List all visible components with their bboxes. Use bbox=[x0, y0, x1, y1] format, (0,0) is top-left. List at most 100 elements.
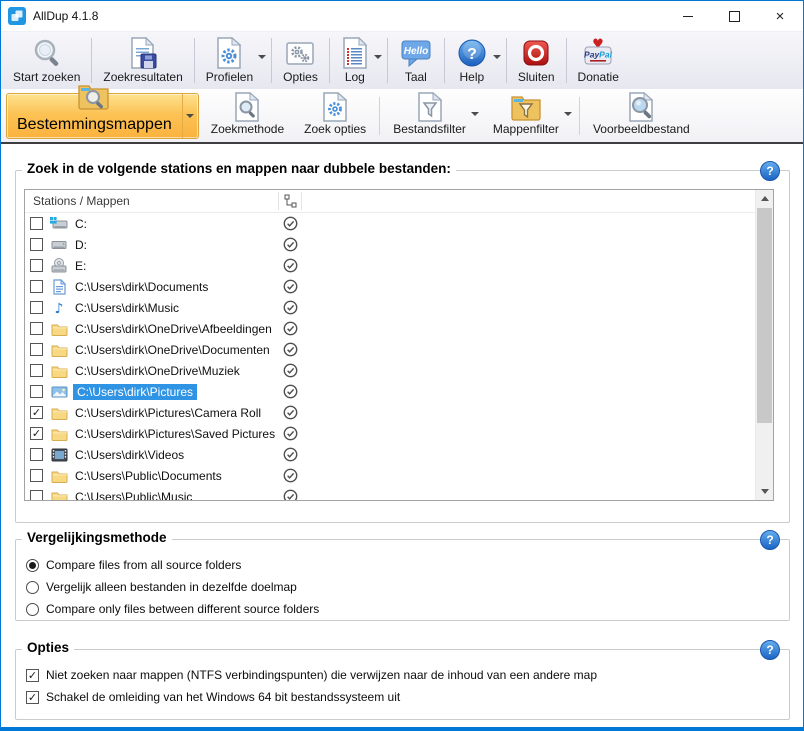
chevron-down-icon[interactable] bbox=[258, 55, 267, 59]
profielen-button[interactable]: Profielen bbox=[197, 33, 269, 88]
radio-button[interactable] bbox=[26, 580, 39, 594]
toolbar-separator bbox=[193, 38, 195, 83]
search-results-icon bbox=[128, 36, 158, 70]
subfolders-enabled-icon[interactable] bbox=[283, 468, 298, 486]
log-button[interactable]: Log bbox=[332, 33, 385, 88]
bestandsfilter-button[interactable]: Bestandsfilter bbox=[383, 92, 483, 140]
folder-row[interactable]: D: bbox=[25, 234, 756, 255]
folder-checkbox[interactable] bbox=[30, 448, 43, 461]
compare-help-icon[interactable]: ? bbox=[760, 530, 780, 550]
folder-path: C:\Users\dirk\Pictures\Camera Roll bbox=[75, 405, 262, 420]
folder-icon bbox=[50, 364, 68, 378]
donatie-button[interactable]: ♥ PayPal Donatie bbox=[569, 33, 628, 88]
subfolders-enabled-icon[interactable] bbox=[283, 489, 298, 500]
folder-row[interactable]: C:\Users\dirk\OneDrive\Afbeeldingen bbox=[25, 318, 756, 339]
subfolders-enabled-icon[interactable] bbox=[283, 363, 298, 381]
folder-row[interactable]: C:\Users\dirk\Documents bbox=[25, 276, 756, 297]
folder-checkbox[interactable] bbox=[30, 343, 43, 356]
folder-checkbox[interactable] bbox=[30, 322, 43, 335]
folder-checkbox[interactable] bbox=[30, 217, 43, 230]
taal-button[interactable]: Hello Taal bbox=[390, 33, 442, 88]
subfolders-enabled-icon[interactable] bbox=[283, 258, 298, 276]
folder-row[interactable]: C: bbox=[25, 213, 756, 234]
folder-checkbox[interactable] bbox=[30, 259, 43, 272]
zoekmethode-button[interactable]: Zoekmethode bbox=[201, 92, 294, 140]
scroll-down-button[interactable] bbox=[756, 483, 773, 500]
option-checkbox[interactable]: ✓ bbox=[26, 668, 39, 682]
documents-icon bbox=[50, 278, 68, 295]
dropdown-segment[interactable] bbox=[181, 94, 198, 138]
vertical-scrollbar[interactable] bbox=[755, 190, 773, 500]
radio-button[interactable] bbox=[26, 602, 39, 616]
opties-button[interactable]: Opties bbox=[274, 33, 327, 88]
scroll-up-button[interactable] bbox=[756, 190, 773, 207]
options-help-icon[interactable]: ? bbox=[760, 640, 780, 660]
toolbar-button-label: Profielen bbox=[205, 70, 254, 84]
help-button[interactable]: ? Help bbox=[447, 33, 504, 88]
subfolders-enabled-icon[interactable] bbox=[283, 447, 298, 465]
pictures-icon bbox=[50, 385, 68, 399]
folder-row[interactable]: C:\Users\dirk\Videos bbox=[25, 444, 756, 465]
column-header-subfolders[interactable] bbox=[279, 194, 301, 208]
folder-checkbox[interactable] bbox=[30, 385, 43, 398]
maximize-button[interactable] bbox=[711, 1, 757, 31]
compare-options: Compare files from all source folders Ver… bbox=[26, 554, 779, 620]
mappenfilter-button[interactable]: Mappenfilter bbox=[483, 92, 576, 140]
folder-row[interactable]: E: bbox=[25, 255, 756, 276]
option-checkbox[interactable]: ✓ bbox=[26, 690, 39, 704]
subfolders-enabled-icon[interactable] bbox=[283, 237, 298, 255]
sluiten-button[interactable]: Sluiten bbox=[509, 33, 564, 88]
folder-row[interactable]: C:\Users\dirk\Pictures bbox=[25, 381, 756, 402]
minimize-button[interactable] bbox=[665, 1, 711, 31]
compare-method-option[interactable]: Compare only files between different sou… bbox=[26, 598, 779, 620]
subfolders-enabled-icon[interactable] bbox=[283, 384, 298, 402]
folder-row[interactable]: ✓ C:\Users\dirk\Pictures\Saved Pictures bbox=[25, 423, 756, 444]
folder-checkbox[interactable]: ✓ bbox=[30, 427, 43, 440]
folder-row[interactable]: C:\Users\dirk\OneDrive\Muziek bbox=[25, 360, 756, 381]
bestemmingsmappen-button-active[interactable]: Bestemmingsmappen bbox=[6, 85, 199, 139]
folder-row[interactable]: C:\Users\Public\Documents bbox=[25, 465, 756, 486]
scrollbar-thumb[interactable] bbox=[757, 208, 772, 423]
sources-help-icon[interactable]: ? bbox=[760, 161, 780, 181]
subfolders-enabled-icon[interactable] bbox=[283, 279, 298, 297]
chevron-down-icon[interactable] bbox=[470, 112, 479, 116]
option-row[interactable]: ✓ Schakel de omleiding van het Windows 64… bbox=[26, 686, 779, 708]
column-header-stations[interactable]: Stations / Mappen bbox=[33, 194, 278, 208]
profiles-icon bbox=[215, 36, 243, 70]
search-icon bbox=[31, 36, 63, 70]
toolbar-separator bbox=[505, 38, 507, 83]
chevron-down-icon[interactable] bbox=[563, 112, 572, 116]
folder-row[interactable]: ✓ C:\Users\dirk\Pictures\Camera Roll bbox=[25, 402, 756, 423]
folder-icon bbox=[50, 469, 68, 483]
subfolders-enabled-icon[interactable] bbox=[283, 216, 298, 234]
folder-checkbox[interactable] bbox=[30, 280, 43, 293]
voorbeeldbestand-button[interactable]: Voorbeeldbestand bbox=[583, 92, 700, 140]
subfolders-enabled-icon[interactable] bbox=[283, 321, 298, 339]
compare-method-option[interactable]: Vergelijk alleen bestanden in dezelfde d… bbox=[26, 576, 779, 598]
close-button[interactable]: × bbox=[757, 1, 803, 31]
toolbar-button-label: Start zoeken bbox=[13, 70, 81, 84]
chevron-down-icon[interactable] bbox=[492, 55, 501, 59]
folder-checkbox[interactable] bbox=[30, 238, 43, 251]
option-label: Compare only files between different sou… bbox=[46, 602, 320, 616]
folder-checkbox[interactable]: ✓ bbox=[30, 406, 43, 419]
subfolders-enabled-icon[interactable] bbox=[283, 426, 298, 444]
subfolders-enabled-icon[interactable] bbox=[283, 405, 298, 423]
subfolders-enabled-icon[interactable] bbox=[283, 342, 298, 360]
chevron-down-icon[interactable] bbox=[373, 55, 382, 59]
folder-checkbox[interactable] bbox=[30, 490, 43, 500]
sources-group-title: Zoek in de volgende stations en mappen n… bbox=[22, 161, 456, 176]
radio-button[interactable] bbox=[26, 558, 39, 572]
zoekresultaten-button[interactable]: Zoekresultaten bbox=[94, 33, 191, 88]
folder-checkbox[interactable] bbox=[30, 364, 43, 377]
zoek-opties-button[interactable]: Zoek opties bbox=[294, 92, 376, 140]
option-row[interactable]: ✓ Niet zoeken naar mappen (NTFS verbindin… bbox=[26, 664, 779, 686]
subfolders-enabled-icon[interactable] bbox=[283, 300, 298, 318]
folder-row[interactable]: C:\Users\Public\Music bbox=[25, 486, 756, 500]
folder-row[interactable]: ♪ C:\Users\dirk\Music bbox=[25, 297, 756, 318]
compare-method-option[interactable]: Compare files from all source folders bbox=[26, 554, 779, 576]
folder-checkbox[interactable] bbox=[30, 469, 43, 482]
folder-checkbox[interactable] bbox=[30, 301, 43, 314]
start-zoeken-button[interactable]: Start zoeken bbox=[4, 33, 89, 88]
folder-row[interactable]: C:\Users\dirk\OneDrive\Documenten bbox=[25, 339, 756, 360]
